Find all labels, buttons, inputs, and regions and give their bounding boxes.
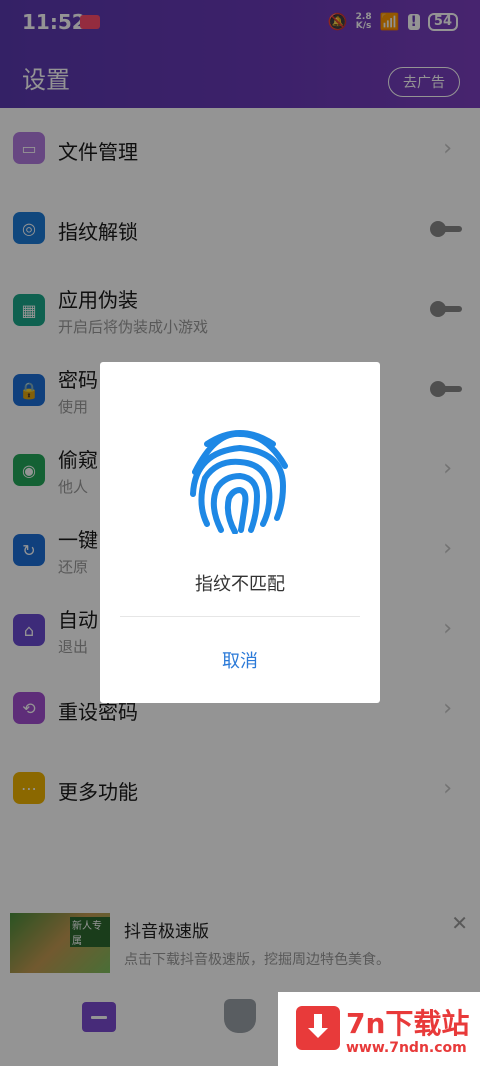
- cancel-button[interactable]: 取消: [100, 647, 380, 673]
- watermark-title: 7n下载站: [346, 1007, 470, 1040]
- fingerprint-icon: [190, 430, 288, 534]
- fingerprint-dialog: 指纹不匹配 取消: [100, 362, 380, 703]
- dialog-divider: [120, 616, 360, 617]
- dialog-message: 指纹不匹配: [195, 574, 285, 595]
- download-icon: [296, 1006, 340, 1050]
- watermark-url: www.7ndn.com: [346, 1040, 467, 1056]
- watermark: 7n下载站 www.7ndn.com: [278, 992, 480, 1066]
